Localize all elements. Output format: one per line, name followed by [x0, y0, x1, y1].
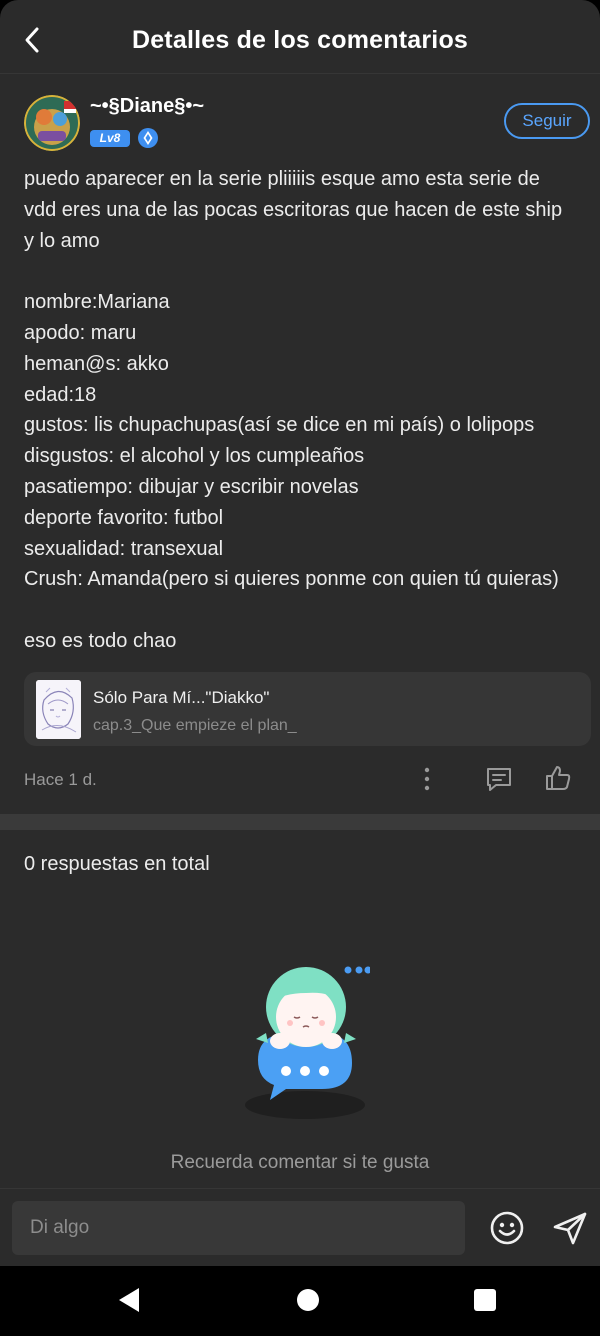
story-chapter: cap.3_Que empieze el plan_	[93, 717, 297, 734]
empty-replies-illustration	[245, 966, 370, 1119]
system-navigation-bar	[0, 1266, 600, 1336]
send-button[interactable]	[551, 1209, 589, 1247]
thumbs-up-icon	[546, 766, 571, 790]
comment-line: edad:18	[24, 383, 97, 406]
comment-line: disgustos: el alcohol y los cumpleaños	[24, 445, 365, 468]
comment-line: nombre:Mariana	[24, 291, 170, 314]
comment-icon	[487, 768, 511, 791]
comment-line: y lo amo	[24, 229, 100, 252]
more-vertical-icon	[424, 767, 430, 791]
comment-line: sexualidad: transexual	[24, 537, 224, 560]
comment-line: eso es todo chao	[24, 629, 177, 652]
comment-line: vdd eres una de las pocas escritoras que…	[24, 198, 563, 221]
nav-recents-button[interactable]	[474, 1289, 496, 1311]
follow-button[interactable]: Seguir	[504, 103, 590, 139]
comment-line: Crush: Amanda(pero si quieres ponme con …	[24, 568, 559, 591]
story-cover-image	[36, 680, 81, 739]
emoji-button[interactable]	[488, 1209, 526, 1247]
section-divider	[0, 814, 600, 830]
story-title: Sólo Para Mí..."Diakko"	[93, 688, 270, 707]
more-options-button[interactable]	[414, 764, 440, 794]
level-badge: Lv8	[90, 130, 130, 147]
nav-back-icon[interactable]	[117, 1286, 141, 1314]
avatar[interactable]	[24, 95, 80, 151]
story-card[interactable]: Sólo Para Mí..."Diakko" cap.3_Que empiez…	[24, 672, 591, 746]
like-button[interactable]	[543, 763, 573, 793]
comment-line: pasatiempo: dibujar y escribir novelas	[24, 475, 359, 498]
comment-line: puedo aparecer en la serie pliiiiis esqu…	[24, 168, 540, 190]
reply-button[interactable]	[484, 764, 514, 794]
nav-home-button[interactable]	[297, 1289, 319, 1311]
comment-input-bar	[0, 1188, 600, 1266]
comment-line: apodo: maru	[24, 321, 137, 344]
comment-line: heman@s: akko	[24, 352, 169, 375]
comment-author: ~•§Diane§•~ Lv8 Seguir	[24, 93, 590, 153]
comment-timestamp: Hace 1 d.	[24, 770, 97, 789]
verified-shield-icon	[138, 128, 158, 148]
empty-replies-message: Recuerda comentar si te gusta	[170, 1152, 430, 1173]
username[interactable]: ~•§Diane§•~	[90, 95, 204, 118]
replies-count: 0 respuestas en total	[24, 853, 210, 875]
send-icon	[553, 1212, 587, 1245]
comment-details-screen: Detalles de los comentarios ~•§Diane§•~ …	[0, 0, 600, 1266]
top-bar: Detalles de los comentarios	[0, 0, 600, 74]
page-title: Detalles de los comentarios	[131, 26, 469, 54]
comment-line: deporte favorito: futbol	[24, 506, 224, 529]
comment-input[interactable]	[12, 1201, 465, 1255]
smiley-icon	[490, 1211, 524, 1245]
comment-line: gustos: lis chupachupas(así se dice en m…	[24, 414, 535, 437]
comment-body: puedo aparecer en la serie pliiiiis esqu…	[24, 164, 594, 657]
